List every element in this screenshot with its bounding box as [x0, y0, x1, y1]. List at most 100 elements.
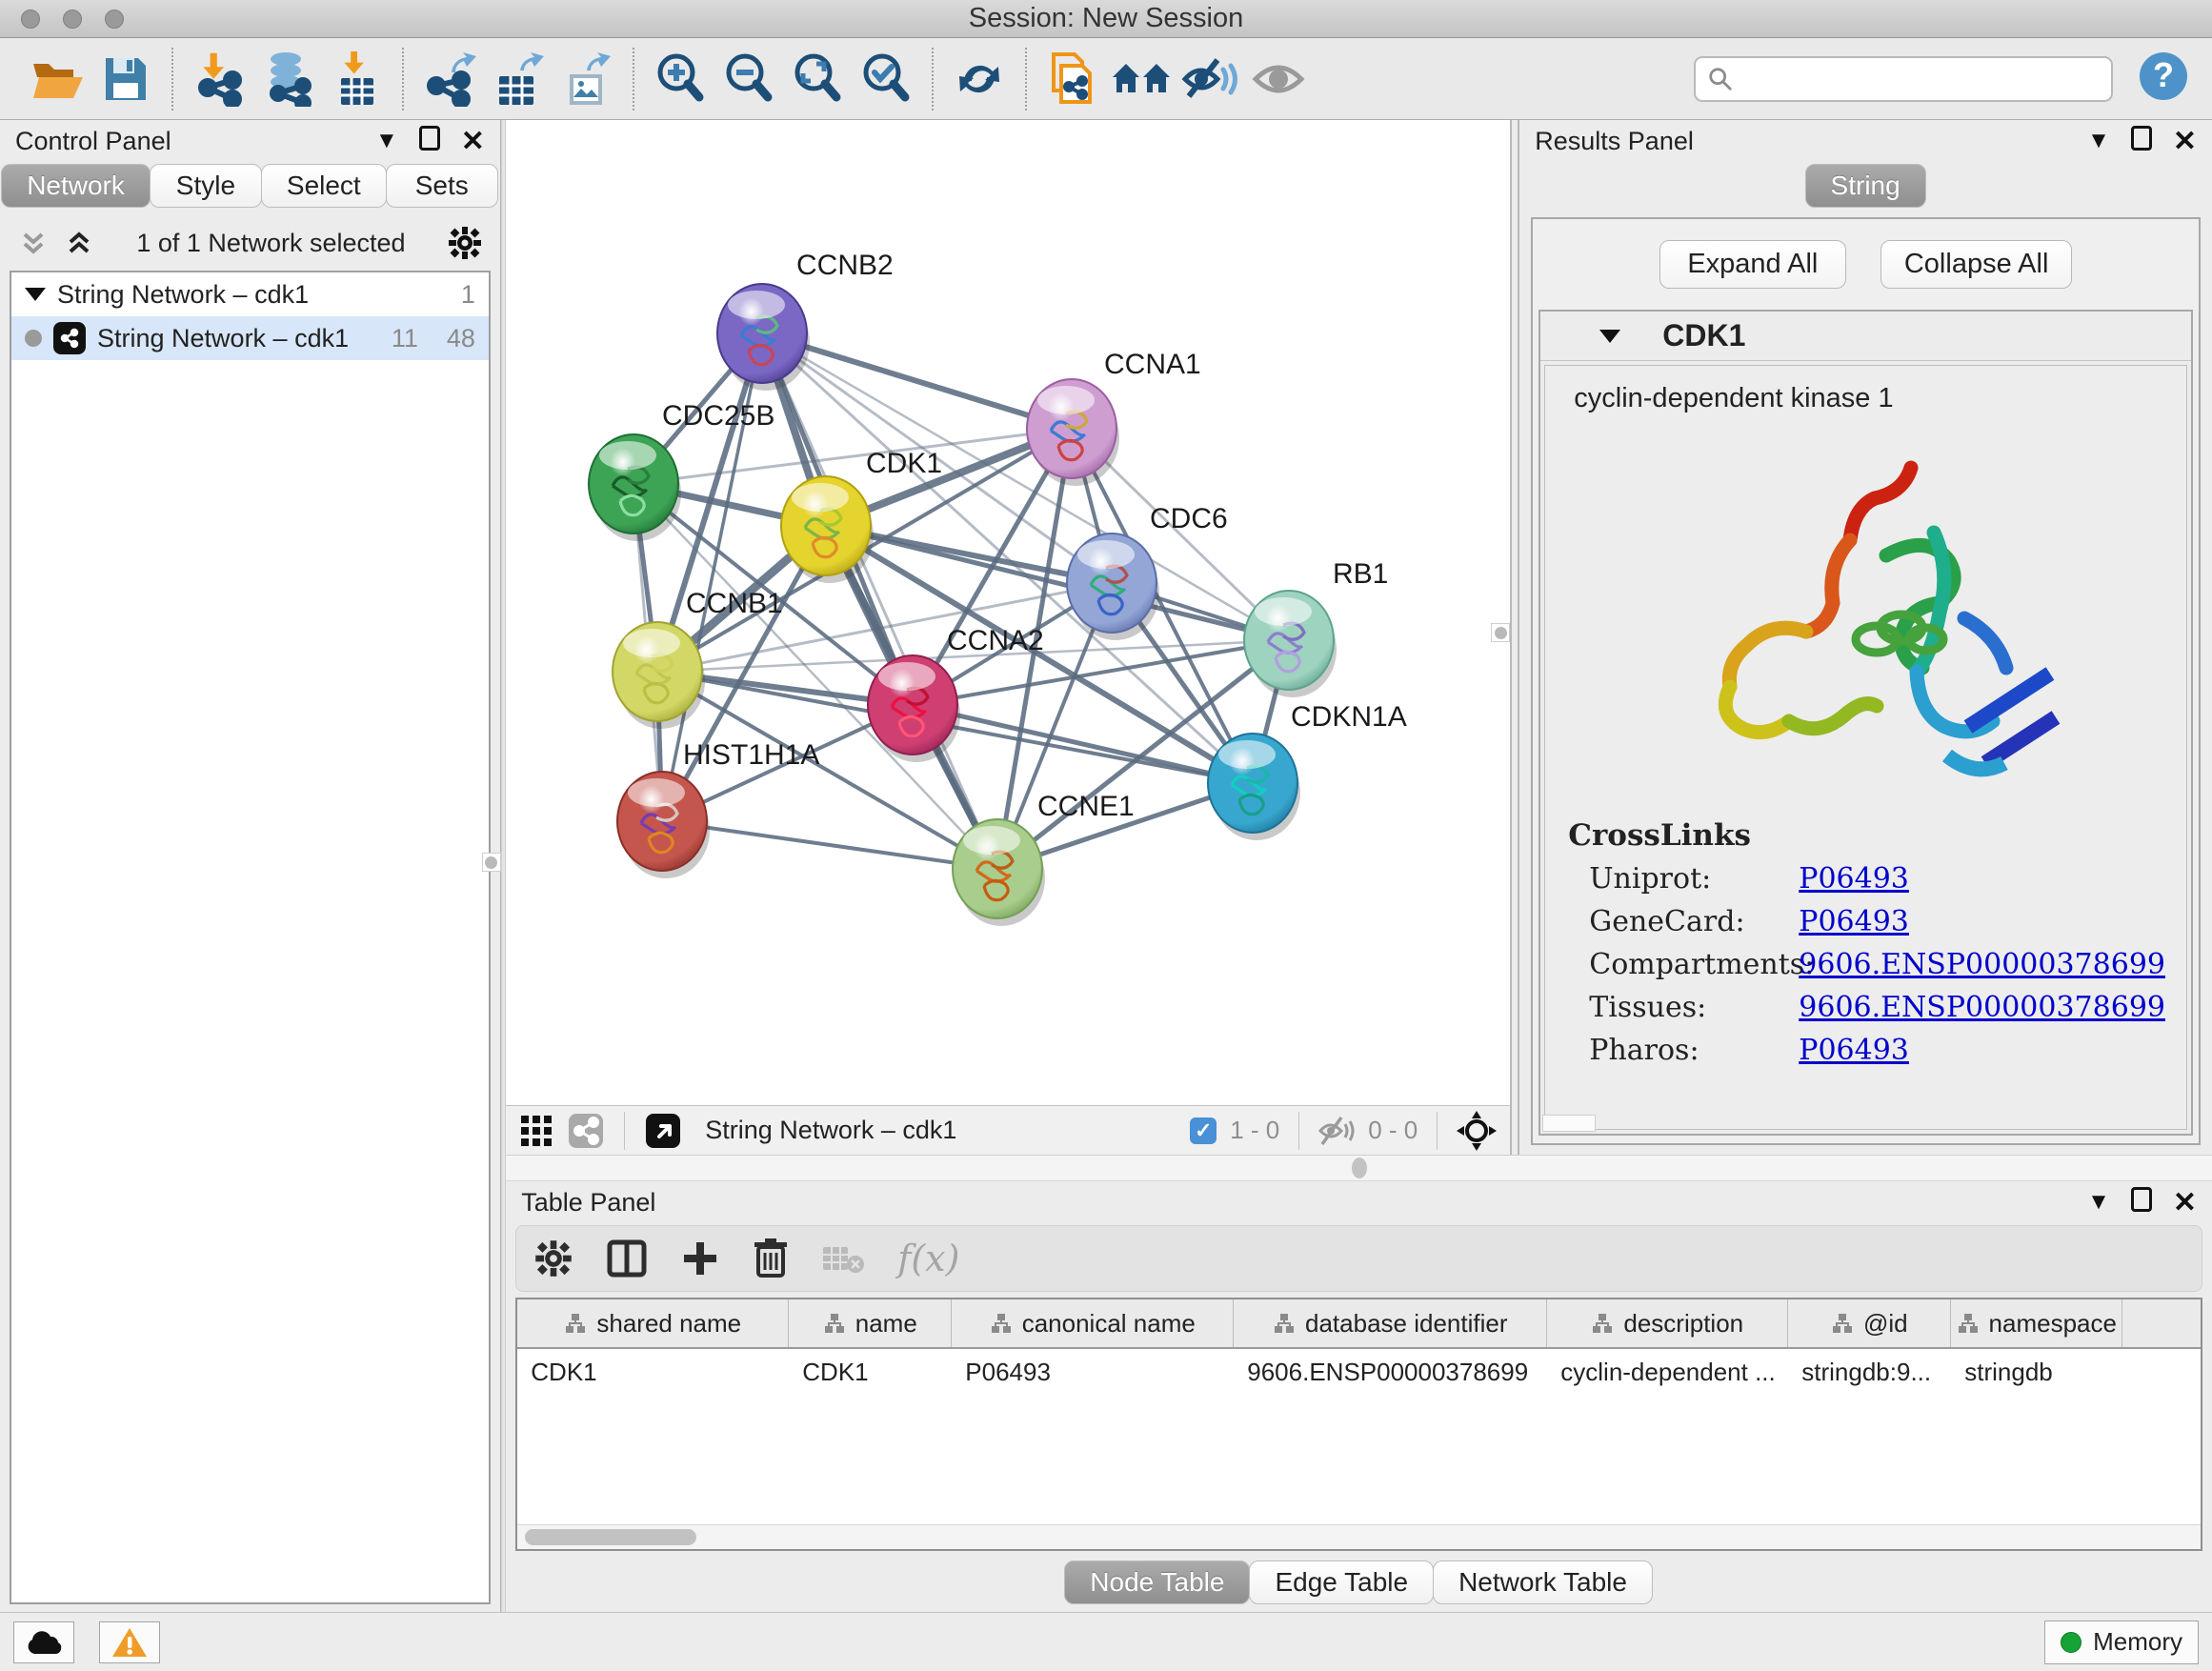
column-type-icon — [1591, 1312, 1614, 1335]
network-results-splitter[interactable] — [1510, 120, 1519, 1155]
table-cell[interactable]: 9606.ENSP00000378699 — [1234, 1349, 1547, 1395]
birdseye-crosshair-icon[interactable] — [1457, 1111, 1497, 1151]
tab-style[interactable]: Style — [150, 164, 262, 208]
network-mode-icon[interactable] — [567, 1112, 605, 1150]
horizontal-splitter[interactable] — [506, 1155, 2212, 1181]
zoom-selected-button[interactable] — [852, 48, 920, 111]
node-CCNA1[interactable]: CCNA1 — [1027, 349, 1201, 486]
column-header-namespace[interactable]: namespace — [1951, 1299, 2122, 1347]
zoom-in-button[interactable] — [646, 48, 714, 111]
show-all-button[interactable] — [1244, 48, 1313, 111]
network-row[interactable]: String Network – cdk1 11 48 — [11, 316, 489, 360]
tree-expander-icon[interactable] — [25, 288, 46, 301]
column-header-shared-name[interactable]: shared name — [517, 1299, 789, 1347]
node-RB1[interactable]: RB1 — [1244, 558, 1388, 697]
network-collection-row[interactable]: String Network – cdk1 1 — [11, 272, 489, 316]
warnings-button[interactable] — [99, 1621, 160, 1663]
node-CDKN1A[interactable]: CDKN1A — [1208, 701, 1407, 840]
collapse-all-tree-icon[interactable] — [17, 227, 50, 259]
crosslink-link[interactable]: P06493 — [1799, 905, 1909, 938]
crosslink-link[interactable]: P06493 — [1799, 1034, 1909, 1067]
table-cell[interactable]: stringdb:9... — [1788, 1349, 1951, 1395]
node-CCNB1[interactable]: CCNB1 — [613, 588, 783, 729]
first-neighbors-button[interactable] — [1107, 48, 1176, 111]
column-header-canonical-name[interactable]: canonical name — [952, 1299, 1234, 1347]
export-image-button[interactable] — [553, 48, 621, 111]
column-header-database-identifier[interactable]: database identifier — [1234, 1299, 1547, 1347]
edge-CCNA2-CDKN1A[interactable] — [913, 705, 1253, 783]
open-session-button[interactable] — [23, 48, 91, 111]
zoom-out-button[interactable] — [714, 48, 783, 111]
table-cell[interactable]: CDK1 — [789, 1349, 952, 1395]
export-table-button[interactable] — [484, 48, 553, 111]
table-panel-float-button[interactable] — [2131, 1187, 2152, 1218]
results-panel-menu-button[interactable]: ▼ — [2087, 128, 2110, 154]
tab-string[interactable]: String — [1805, 164, 1926, 208]
entry-expander-icon[interactable] — [1599, 330, 1620, 343]
tab-node-table[interactable]: Node Table — [1064, 1560, 1250, 1604]
crosslink-link[interactable]: P06493 — [1799, 862, 1909, 896]
grid-mode-icon[interactable] — [519, 1114, 553, 1148]
expand-all-button[interactable]: Expand All — [1659, 240, 1846, 289]
help-button[interactable]: ? — [2138, 50, 2189, 107]
table-cell[interactable]: cyclin-dependent ... — [1547, 1349, 1788, 1395]
import-network-from-file-button[interactable] — [185, 48, 253, 111]
toolbar-separator — [1025, 48, 1027, 111]
apply-layout-button[interactable] — [945, 48, 1014, 111]
control-panel-menu-button[interactable]: ▼ — [375, 128, 398, 154]
control-panel-float-button[interactable] — [419, 126, 440, 157]
node-CCNE1[interactable]: CCNE1 — [953, 791, 1135, 926]
column-header-id[interactable]: @id — [1788, 1299, 1951, 1347]
edge-HIST1H1A-CCNE1[interactable] — [662, 821, 997, 869]
edge-CCNB2-CCNE1[interactable] — [762, 333, 997, 869]
network-tree: String Network – cdk1 1 String Network –… — [10, 271, 491, 1604]
clone-network-button[interactable] — [1038, 48, 1107, 111]
table-cell[interactable]: CDK1 — [517, 1349, 789, 1395]
node-CCNB2[interactable]: CCNB2 — [717, 250, 894, 391]
splitter-knob[interactable] — [1352, 1158, 1367, 1178]
table-panel-close-button[interactable]: ✕ — [2173, 1186, 2197, 1219]
table-settings-gear-icon[interactable] — [533, 1238, 573, 1278]
tab-sets[interactable]: Sets — [386, 164, 498, 208]
table-row[interactable]: CDK1CDK1P064939606.ENSP00000378699cyclin… — [517, 1349, 2201, 1395]
tab-edge-table[interactable]: Edge Table — [1249, 1560, 1434, 1604]
results-panel-close-button[interactable]: ✕ — [2173, 125, 2197, 158]
results-panel-float-button[interactable] — [2131, 126, 2152, 157]
result-entry-header[interactable]: CDK1 — [1540, 312, 2191, 361]
crosslink-link[interactable]: 9606.ENSP00000378699 — [1799, 948, 2165, 981]
save-session-button[interactable] — [91, 48, 160, 111]
add-column-icon[interactable] — [680, 1238, 720, 1278]
delete-column-icon[interactable] — [753, 1238, 789, 1279]
control-panel-close-button[interactable]: ✕ — [461, 125, 485, 158]
network-splitter-handle[interactable] — [1491, 623, 1510, 642]
show-columns-icon[interactable] — [606, 1238, 648, 1278]
table-hscrollbar[interactable] — [517, 1524, 2201, 1549]
memory-button[interactable]: Memory — [2044, 1621, 2199, 1664]
column-header-name[interactable]: name — [789, 1299, 952, 1347]
zoom-fit-button[interactable] — [783, 48, 852, 111]
network-options-gear-icon[interactable] — [447, 225, 483, 261]
crosslink-link[interactable]: 9606.ENSP00000378699 — [1799, 991, 2165, 1024]
results-hscrollbar[interactable] — [1542, 1115, 1596, 1132]
table-panel-menu-button[interactable]: ▼ — [2087, 1189, 2110, 1216]
tab-select[interactable]: Select — [261, 164, 387, 208]
export-network-button[interactable] — [415, 48, 484, 111]
tab-network[interactable]: Network — [1, 164, 151, 208]
search-input[interactable] — [1734, 64, 2100, 93]
expand-all-tree-icon[interactable] — [63, 227, 95, 259]
table-hscrollbar-thumb[interactable] — [525, 1529, 696, 1545]
import-network-from-database-button[interactable] — [253, 48, 322, 111]
detach-view-icon[interactable] — [644, 1112, 682, 1150]
collapse-all-button[interactable]: Collapse All — [1880, 240, 2073, 289]
node-HIST1H1A[interactable]: HIST1H1A — [617, 739, 819, 878]
network-canvas[interactable]: CCNB2CCNA1CDC25BCDK1CDC6RB1CCNB1CCNA2CDK… — [506, 120, 1510, 1105]
selected-checkbox-icon[interactable]: ✓ — [1190, 1117, 1217, 1144]
table-cell[interactable]: P06493 — [952, 1349, 1234, 1395]
hide-selected-button[interactable] — [1176, 48, 1244, 111]
control-panel-splitter-handle[interactable] — [482, 853, 501, 872]
column-header-description[interactable]: description — [1547, 1299, 1788, 1347]
table-cell[interactable]: stringdb — [1951, 1349, 2122, 1395]
import-table-from-file-button[interactable] — [322, 48, 391, 111]
cloud-status-button[interactable] — [13, 1621, 74, 1663]
tab-network-table[interactable]: Network Table — [1433, 1560, 1653, 1604]
